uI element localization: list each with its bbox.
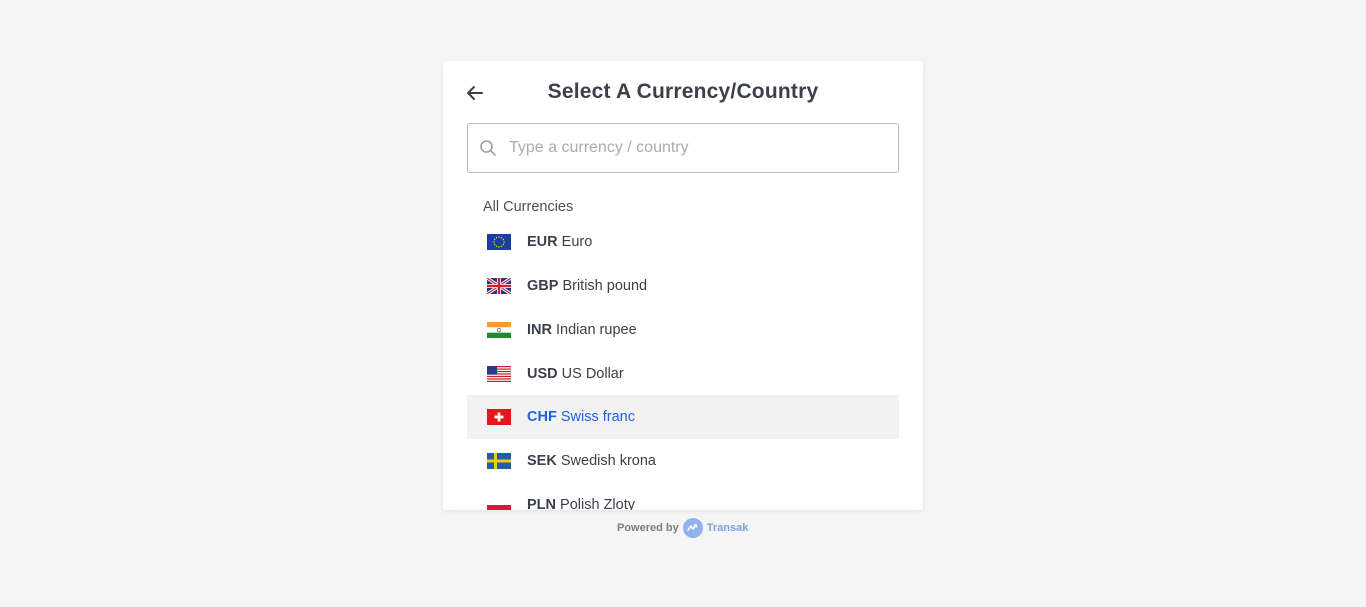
search-input[interactable] <box>509 124 889 172</box>
currency-name: Polish Zloty <box>560 497 635 510</box>
poland-flag-icon <box>487 497 511 510</box>
powered-by-label: Powered by <box>617 522 679 534</box>
currency-name: Swedish krona <box>560 453 656 469</box>
list-item-chf-row[interactable]: CHF Swiss franc <box>467 395 899 439</box>
currency-name: British pound <box>562 278 648 294</box>
list-item-gbp[interactable]: GBP British pound <box>467 263 899 307</box>
currency-code: INR <box>527 322 552 338</box>
usa-flag-icon <box>487 366 511 382</box>
currency-selector-card: Select A Currency/Country All Currencies… <box>443 61 923 510</box>
currency-code: GBP <box>527 278 559 294</box>
search-box <box>467 123 899 173</box>
currency-code: CHF <box>527 409 557 425</box>
currency-name: Swiss franc <box>560 409 635 425</box>
page-title: Select A Currency/Country <box>547 80 819 103</box>
currency-name: Euro <box>561 234 593 250</box>
currency-code: SEK <box>527 453 557 469</box>
sweden-flag-icon <box>487 453 511 469</box>
india-flag-icon <box>487 322 511 338</box>
list-item-usd[interactable]: USD US Dollar <box>467 351 899 395</box>
list-item-sek[interactable]: SEK Swedish krona <box>467 439 899 483</box>
back-button[interactable] <box>463 81 487 105</box>
currency-code: EUR <box>527 234 558 250</box>
search-icon <box>480 140 496 156</box>
currency-label: USD US Dollar <box>527 366 624 382</box>
list-heading: All Currencies <box>483 199 574 215</box>
currency-name: US Dollar <box>561 366 624 382</box>
currency-label: GBP British pound <box>527 278 647 294</box>
powered-by-footer: Powered by Transak <box>617 517 748 539</box>
currency-code: USD <box>527 366 558 382</box>
currency-name: Indian rupee <box>556 322 637 338</box>
currency-list[interactable]: EUR Euro GBP British pound INR Indian ru… <box>467 219 899 510</box>
brand-name[interactable]: Transak <box>707 522 749 534</box>
currency-label: PLN Polish Zloty <box>527 497 635 510</box>
uk-flag-icon <box>487 278 511 294</box>
switzerland-flag-icon <box>487 409 511 425</box>
header: Select A Currency/Country <box>443 61 923 123</box>
currency-label: EUR Euro <box>527 234 592 250</box>
list-item-eur[interactable]: EUR Euro <box>467 219 899 263</box>
transak-logo-icon <box>682 518 703 538</box>
arrow-left-icon <box>467 86 483 100</box>
currency-label: SEK Swedish krona <box>527 453 656 469</box>
currency-label: CHF Swiss franc <box>527 409 635 425</box>
currency-code: PLN <box>527 497 556 510</box>
currency-label: INR Indian rupee <box>527 322 637 338</box>
list-item-inr[interactable]: INR Indian rupee <box>467 307 899 351</box>
eu-flag-icon <box>487 234 511 250</box>
list-item-pln[interactable]: PLN Polish Zloty <box>467 483 899 510</box>
